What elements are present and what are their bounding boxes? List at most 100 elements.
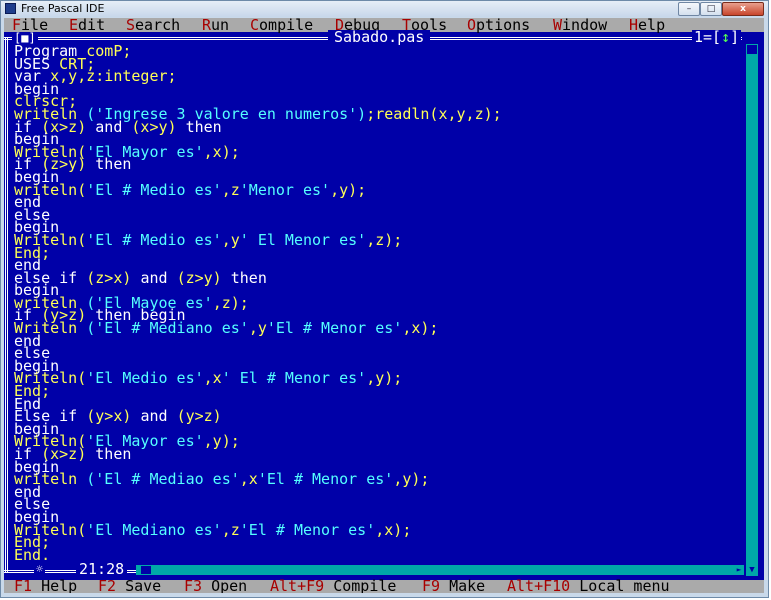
status-item[interactable]: Alt+F9 Compile xyxy=(270,577,397,594)
horizontal-scrollbar[interactable]: ► xyxy=(136,565,744,575)
code-token: (z>x) xyxy=(86,268,141,287)
status-item[interactable]: F9 Make xyxy=(422,577,486,594)
status-key: Alt+F9 xyxy=(270,577,325,594)
code-token: ('El # Mediao es' xyxy=(86,470,240,489)
code-token: 'El # Medio es' xyxy=(86,230,222,249)
status-key: Alt+F10 xyxy=(507,577,571,594)
scroll-right-arrow-icon[interactable]: ► xyxy=(734,565,744,575)
code-token: 'El Mediano es' xyxy=(86,520,222,539)
editor-window: [■] Sabado.pas 1=[↕] Program comP; USES C… xyxy=(4,28,764,580)
code-token: ,y); xyxy=(203,432,240,451)
vertical-scroll-thumb[interactable] xyxy=(746,44,758,55)
zoom-arrow-icon[interactable]: ↕ xyxy=(721,28,730,46)
code-token: 'El # Menor es' xyxy=(257,470,394,489)
code-line: var x,y,z:integer; xyxy=(14,67,502,86)
status-key: F1 xyxy=(14,577,33,594)
code-token: (x>y) xyxy=(131,117,186,136)
code-token: ,y); xyxy=(393,470,430,489)
code-token: ,x); xyxy=(375,520,412,539)
code-line: writeln ('El # Mediao es',x'El # Menor e… xyxy=(14,470,502,489)
menu-item[interactable]: File xyxy=(12,18,48,33)
code-token: then xyxy=(95,445,132,463)
code-token: 'El # Menor es' xyxy=(266,319,403,338)
code-token: ,x); xyxy=(203,142,240,161)
code-token: ,x xyxy=(203,369,222,388)
code-token: ' El Menor es' xyxy=(239,230,367,249)
code-token: ,z xyxy=(221,180,240,199)
code-line: Writeln ('El # Mediano es',y'El # Menor … xyxy=(14,319,502,338)
code-token: ,y xyxy=(221,230,240,249)
code-token: End. xyxy=(14,545,51,564)
horizontal-scroll-thumb[interactable] xyxy=(140,565,152,575)
menu-item[interactable]: Edit xyxy=(69,18,105,33)
menu-item[interactable]: Compile xyxy=(250,18,313,33)
code-token: then xyxy=(230,268,267,287)
code-editor[interactable]: Program comP; USES CRT; var x,y,z:integer;… xyxy=(14,44,502,564)
status-item[interactable]: F2 Save xyxy=(98,577,162,594)
code-token: (z>y) xyxy=(176,268,231,287)
code-token: x,y,z:integer; xyxy=(50,67,177,86)
window-title: Free Pascal IDE xyxy=(21,2,105,15)
status-label: Compile xyxy=(324,577,397,594)
status-item[interactable]: Alt+F10 Local menu xyxy=(507,577,670,594)
code-token: then xyxy=(185,117,222,136)
menu-item[interactable]: Run xyxy=(202,18,229,33)
code-token: and xyxy=(140,268,177,287)
code-token: 'El # Menor es' xyxy=(239,520,376,539)
status-label: Local menu xyxy=(570,577,670,594)
modified-indicator: ☼ xyxy=(34,562,46,576)
code-token: ,y); xyxy=(366,369,403,388)
code-token: ,z); xyxy=(366,230,403,249)
status-label: Make xyxy=(440,577,486,594)
code-token: ,y xyxy=(248,319,267,338)
status-label: Save xyxy=(116,577,162,594)
status-key: F9 xyxy=(422,577,441,594)
code-line: Writeln('El Medio es',x' El # Menor es',… xyxy=(14,369,502,388)
editor-window-number[interactable]: 1=[↕] xyxy=(692,28,742,46)
code-line: Else if (y>x) and (y>z) xyxy=(14,407,502,426)
code-token: (y>x) xyxy=(86,407,141,426)
scroll-down-arrow-icon[interactable]: ▼ xyxy=(746,564,758,576)
code-line: if (x>z) then xyxy=(14,445,502,463)
status-item[interactable]: F3 Open xyxy=(184,577,247,594)
code-line: if (z>y) then xyxy=(14,155,502,174)
status-item[interactable]: F1 Help xyxy=(14,577,78,594)
code-line: else xyxy=(14,207,502,222)
menu-item[interactable]: Help xyxy=(629,18,665,33)
title-bar: Free Pascal IDE – □ x xyxy=(1,1,768,17)
minimize-button[interactable]: – xyxy=(678,2,700,16)
code-token: ,x xyxy=(239,470,258,489)
code-token: then xyxy=(95,155,132,174)
code-token: 'Menor es' xyxy=(239,180,331,199)
code-token: (y>z) xyxy=(176,407,222,426)
code-token: ,z xyxy=(221,520,240,539)
code-token: and xyxy=(140,407,177,426)
status-bar: F1 Help F2 Save F3 Open Alt+F9 Compile F9 Ma… xyxy=(4,577,764,594)
ide-console: File Edit Search Run Compile Debug Tools Option… xyxy=(4,18,764,593)
status-label: Help xyxy=(32,577,78,594)
code-token: ,x); xyxy=(402,319,439,338)
code-token: ;readln(x,y,z); xyxy=(366,104,502,123)
menu-item[interactable]: Search xyxy=(126,18,180,33)
menu-item[interactable]: Window xyxy=(553,18,607,33)
code-line: Writeln('El # Medio es',y' El Menor es',… xyxy=(14,230,502,249)
status-key: F3 xyxy=(184,577,203,594)
app-icon xyxy=(5,3,16,14)
code-token: ('El # Mediano es' xyxy=(86,319,249,338)
cursor-position: 21:28 xyxy=(76,562,128,577)
code-token: ,z); xyxy=(212,293,249,312)
maximize-button[interactable]: □ xyxy=(700,2,722,16)
close-button[interactable]: x xyxy=(722,2,764,16)
status-key: F2 xyxy=(98,577,117,594)
code-line: else xyxy=(14,497,502,512)
app-window: Free Pascal IDE – □ x File Edit Search Run C… xyxy=(0,0,769,598)
window-number-end: ] xyxy=(730,28,740,46)
window-number-label: 1=[ xyxy=(694,28,722,46)
menu-item[interactable]: Options xyxy=(467,18,530,33)
code-token: 'El # Medio es' xyxy=(86,180,222,199)
code-token: 'El Medio es' xyxy=(86,369,204,388)
code-token: and xyxy=(95,117,132,136)
code-line: Writeln('El Mediano es',z'El # Menor es'… xyxy=(14,520,502,539)
code-line: writeln('El # Medio es',z'Menor es',y); xyxy=(14,180,502,199)
vertical-scrollbar[interactable]: ▼ xyxy=(746,44,758,576)
